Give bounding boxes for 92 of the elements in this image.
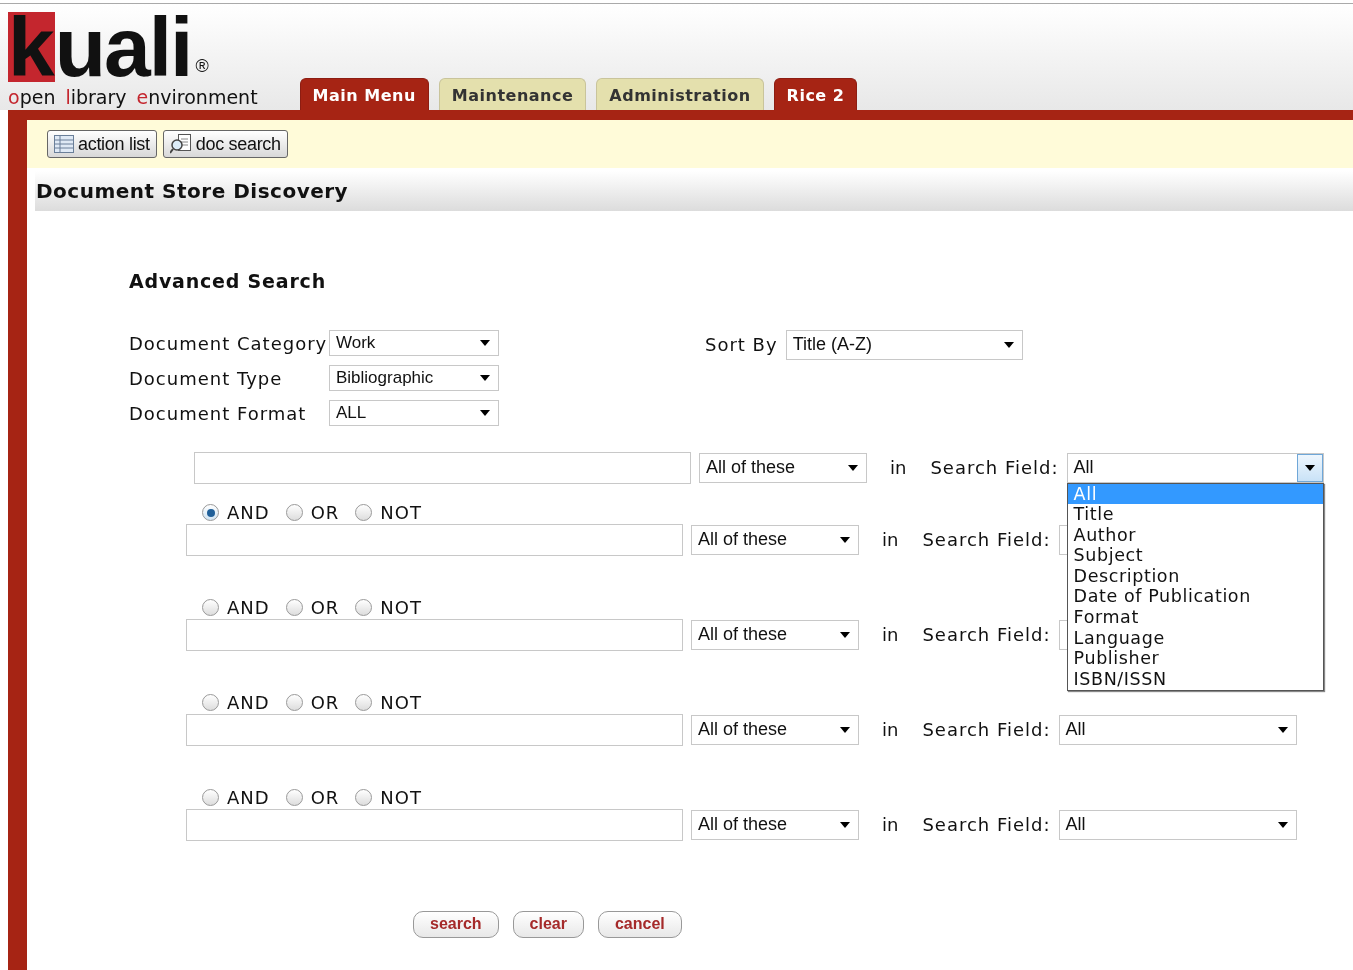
field-label: Document Format <box>129 401 308 426</box>
dropdown-option[interactable]: Publisher <box>1067 648 1323 669</box>
toolbar-button[interactable]: doc search <box>162 130 288 158</box>
dropdown-option[interactable]: Date of Publication <box>1067 586 1323 608</box>
search-input[interactable] <box>186 808 683 841</box>
action-button[interactable]: search <box>413 910 499 938</box>
caret-icon <box>840 726 850 733</box>
radio-label: OR <box>310 501 340 525</box>
caret-icon <box>480 375 490 381</box>
in-label: in <box>882 623 899 647</box>
search-input[interactable] <box>194 451 691 484</box>
field-label: Search Field: <box>922 813 1051 837</box>
radio-label: OR <box>310 691 340 715</box>
search-input[interactable] <box>186 523 683 556</box>
radio-label: OR <box>310 786 340 810</box>
in-label: in <box>890 456 907 480</box>
in-label: in <box>882 813 899 837</box>
caret-icon <box>1003 341 1014 348</box>
radio-label: AND <box>227 786 270 810</box>
action-button[interactable]: clear <box>512 910 584 938</box>
dropdown-option[interactable]: ISBN/ISSN <box>1067 668 1323 690</box>
dropdown[interactable]: Bibliographic <box>329 365 499 391</box>
caret-icon <box>1304 464 1315 471</box>
match-dropdown[interactable]: All of these <box>691 714 859 745</box>
radio-button[interactable] <box>355 504 373 521</box>
radio-button[interactable] <box>202 694 219 711</box>
nav-tab[interactable]: Administration <box>596 78 764 110</box>
radio-button[interactable] <box>355 599 373 616</box>
search-field-dropdown[interactable]: All <box>1066 452 1324 483</box>
registered-mark: ® <box>195 55 209 78</box>
radio-label: OR <box>310 596 340 620</box>
nav-tab[interactable]: Rice 2 <box>773 78 858 110</box>
field-label: Search Field: <box>922 528 1051 552</box>
nav-tab[interactable]: Maintenance <box>438 78 587 110</box>
radio-button[interactable] <box>285 504 303 521</box>
caret-icon <box>480 340 490 346</box>
field-label: Search Field: <box>930 456 1059 480</box>
dropdown[interactable]: Work <box>329 330 499 356</box>
caret-icon <box>848 464 858 471</box>
radio-label: NOT <box>380 596 422 620</box>
radio-label: AND <box>227 501 270 525</box>
dropdown-option[interactable]: Description <box>1067 565 1323 587</box>
caret-icon <box>840 821 850 828</box>
radio-label: NOT <box>380 501 422 525</box>
caret-icon <box>840 631 850 638</box>
caret-icon <box>1277 726 1288 733</box>
radio-button[interactable] <box>355 789 373 806</box>
radio-button[interactable] <box>202 504 219 521</box>
match-dropdown[interactable]: All of these <box>691 524 859 555</box>
caret-icon <box>480 410 490 416</box>
in-label: in <box>882 718 899 742</box>
radio-label: NOT <box>380 786 422 810</box>
field-label: Document Category <box>129 331 329 356</box>
dropdown-option[interactable]: Title <box>1067 504 1323 525</box>
dropdown[interactable]: Title (A-Z) <box>785 329 1023 360</box>
action-button[interactable]: cancel <box>597 910 682 938</box>
dropdown-option[interactable]: Format <box>1067 607 1323 628</box>
dropdown-option[interactable]: Subject <box>1067 545 1323 566</box>
logo-tagline: open library environment <box>8 86 259 108</box>
document-search-icon <box>169 134 192 154</box>
radio-button[interactable] <box>355 694 373 711</box>
match-dropdown[interactable]: All of these <box>691 809 859 840</box>
dropdown-toggle[interactable] <box>1296 453 1323 482</box>
field-label: Search Field: <box>922 718 1051 742</box>
section-title: Advanced Search <box>129 269 327 294</box>
page-title: Document Store Discovery <box>36 178 349 205</box>
search-field-dropdown[interactable]: All <box>1058 714 1297 745</box>
dropdown-option[interactable]: Author <box>1067 524 1323 546</box>
match-dropdown[interactable]: All of these <box>691 619 859 650</box>
search-field-dropdown[interactable]: All <box>1058 809 1297 840</box>
toolbar-button[interactable]: action list <box>47 130 157 158</box>
in-label: in <box>882 528 899 552</box>
radio-label: NOT <box>380 691 422 715</box>
radio-label: AND <box>227 691 270 715</box>
nav-tab[interactable]: Main Menu <box>299 78 429 110</box>
dropdown[interactable]: ALL <box>329 400 499 426</box>
field-label: Document Type <box>129 366 284 391</box>
match-dropdown[interactable]: All of these <box>699 452 867 483</box>
caret-icon <box>840 536 850 543</box>
radio-button[interactable] <box>202 789 219 806</box>
dropdown-option[interactable]: Language <box>1067 627 1323 649</box>
radio-button[interactable] <box>285 599 303 616</box>
field-label: Sort By <box>705 333 778 357</box>
radio-button[interactable] <box>285 694 303 711</box>
radio-label: AND <box>227 596 270 620</box>
search-input[interactable] <box>186 713 683 746</box>
caret-icon <box>1277 821 1288 828</box>
table-icon <box>54 135 74 153</box>
radio-button[interactable] <box>285 789 303 806</box>
field-label: Search Field: <box>922 623 1051 647</box>
search-input[interactable] <box>186 618 683 651</box>
radio-button[interactable] <box>202 599 219 616</box>
